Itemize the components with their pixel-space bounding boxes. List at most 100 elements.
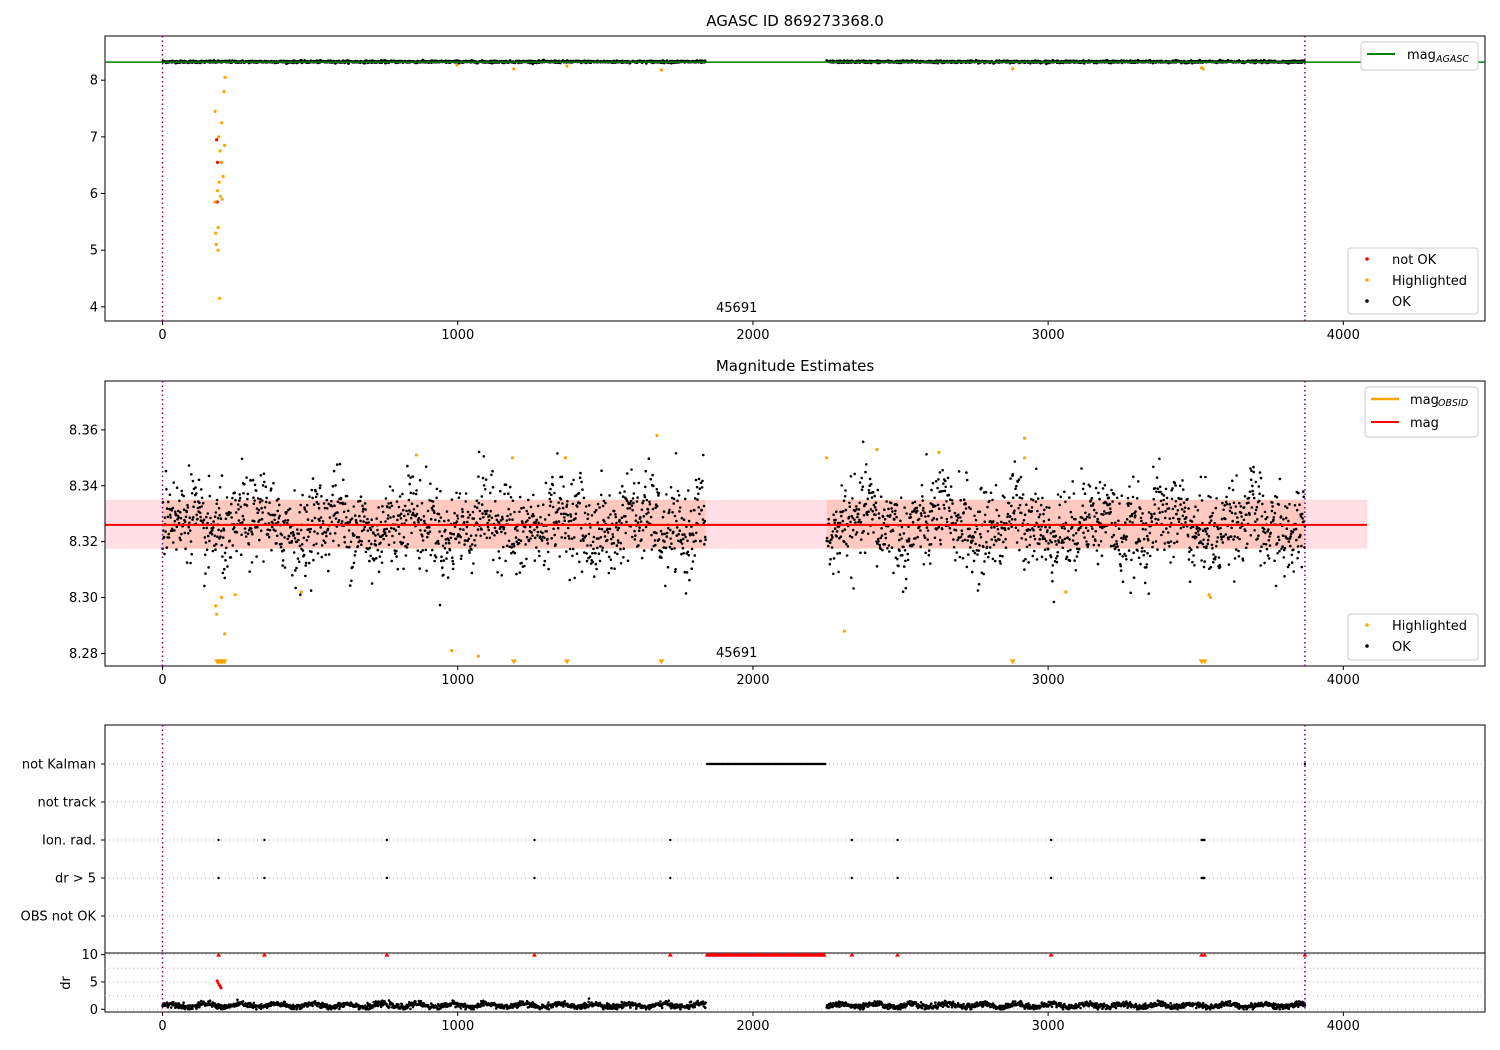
panel2-ok-point — [1013, 460, 1017, 463]
panel2-ok-point — [1027, 561, 1030, 564]
panel2-ok-point — [958, 555, 962, 559]
panel2-ok-point — [651, 507, 655, 511]
panel2-ok-point — [1024, 538, 1028, 541]
panel2-ok-point — [837, 570, 840, 574]
panel2-ok-point — [597, 537, 600, 540]
panel2-ok-point — [331, 485, 335, 488]
panel2-ok-point — [358, 514, 361, 518]
panel2-ok-point — [660, 550, 664, 554]
panel2-ok-point — [424, 465, 428, 469]
panel2-ok-point — [693, 497, 697, 500]
panel2-ok-point — [220, 474, 224, 477]
panel2-ok-point — [162, 535, 166, 539]
panel2-ok-point — [311, 477, 315, 480]
panel2-ok-point — [645, 498, 649, 502]
panel2-ok-point — [831, 536, 834, 539]
panel2-ok-point — [843, 495, 847, 498]
panel2-ok-point — [954, 559, 957, 562]
panel2-ok-point — [927, 549, 931, 552]
panel2-ok-point — [390, 526, 393, 530]
panel2-ok-point — [545, 530, 548, 533]
panel2-ok-point — [681, 546, 685, 550]
panel2-ok-point — [528, 516, 531, 520]
panel2-ok-point — [967, 553, 970, 556]
panel2-ok-point — [175, 486, 179, 490]
panel2-ok-point — [564, 531, 567, 535]
panel2-ok-point — [163, 552, 166, 556]
panel2-ok-point — [990, 526, 993, 529]
panel2-ok-point — [193, 500, 197, 504]
panel2-ok-point — [894, 509, 897, 513]
panel2-ok-point — [651, 473, 654, 477]
panel2-ok-point — [943, 489, 947, 493]
panel2-ok-point — [1056, 551, 1059, 554]
panel2-ok-point — [217, 506, 221, 510]
panel2-ok-point — [1012, 512, 1016, 515]
panel2-ok-point — [437, 519, 441, 523]
panel2-ok-point — [418, 478, 422, 482]
panel2-ok-point — [234, 498, 237, 502]
panel2-ok-point — [581, 534, 585, 537]
panel2-ok-point — [899, 496, 903, 500]
panel2-ok-point — [455, 520, 459, 523]
panel2-ok-point — [1046, 547, 1050, 551]
panel2-ok-point — [905, 512, 908, 515]
panel1-legend-mag-agasc-subscript: AGASC — [1435, 54, 1469, 65]
panel2-ok-point — [300, 542, 304, 546]
panel2-ok-point — [393, 541, 396, 544]
panel2-ok-point — [621, 503, 624, 507]
panel2-ok-point — [665, 531, 669, 535]
panel2-ok-point — [297, 532, 301, 535]
panel2-ok-point — [662, 510, 666, 513]
panel2-ok-point — [907, 537, 911, 540]
panel2-ok-point — [603, 535, 607, 538]
panel2-ok-point — [302, 553, 306, 557]
panel2-ok-point — [420, 501, 424, 505]
panel2-ok-point — [570, 482, 573, 486]
panel2-ok-point — [955, 519, 959, 522]
panel2-ok-point — [825, 536, 829, 540]
panel2-ok-point — [897, 564, 900, 568]
panel2-ok-point — [337, 544, 341, 547]
panel2-ok-point — [1064, 500, 1067, 504]
panel2-ok-point — [960, 529, 964, 532]
panel2-ok-point — [165, 546, 169, 549]
panel2-ok-point — [456, 517, 460, 520]
panel2-ok-point — [934, 480, 938, 483]
panel2-ok-point — [221, 571, 225, 575]
panel2-ok-point — [301, 549, 305, 552]
panel2-ok-point — [189, 540, 193, 543]
panel2-ok-point — [626, 472, 629, 475]
panel2-ok-point — [842, 499, 846, 503]
panel2-ok-point — [270, 548, 273, 552]
panel2-ok-point — [319, 484, 322, 487]
panel2-ok-point — [1018, 496, 1022, 499]
panel2-ok-point — [315, 542, 318, 546]
panel2-ok-point — [404, 518, 408, 522]
panel2-ok-point — [350, 579, 353, 583]
panel2-ok-point — [280, 542, 283, 546]
panel2-ok-point — [557, 501, 560, 504]
panel2-ok-point — [456, 514, 459, 517]
panel2-ok-point — [399, 512, 403, 516]
panel2-ok-point — [589, 544, 593, 547]
panel2-ok-point — [1015, 484, 1018, 488]
panel2-ok-point — [607, 571, 611, 575]
panel2-ok-point — [929, 543, 933, 546]
panel2-ok-point — [333, 532, 337, 535]
panel2-ok-point — [216, 535, 219, 538]
panel2-ok-point — [556, 452, 559, 455]
panel2-ok-point — [368, 559, 371, 563]
panel2-ok-point — [1043, 508, 1046, 512]
panel2-ok-point — [343, 541, 347, 544]
panel2-ok-point — [238, 499, 241, 502]
panel2-ok-point — [504, 483, 508, 487]
panel2-ok-point — [216, 516, 220, 520]
panel1-highlighted-point — [220, 121, 224, 125]
panel2-ok-point — [618, 491, 622, 495]
panel2-ok-point — [549, 500, 553, 504]
panel2-ok-point — [223, 576, 226, 580]
panel2-ok-point — [600, 527, 604, 531]
panel2-ok-point — [366, 529, 370, 532]
panel2-ok-point — [929, 562, 932, 565]
